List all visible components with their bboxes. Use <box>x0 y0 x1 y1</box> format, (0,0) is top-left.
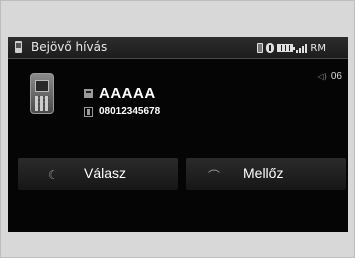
screen-title: Bejövő hívás <box>31 40 108 54</box>
mobile-phone-icon <box>30 73 54 114</box>
phone-status-icon <box>257 43 264 53</box>
header-bar: Bejövő hívás RM <box>8 37 348 59</box>
status-text: RM <box>310 42 326 54</box>
battery-icon <box>277 44 296 52</box>
signal-icon <box>296 43 308 53</box>
answer-button[interactable]: ☾ Válasz <box>18 158 178 190</box>
ignore-button[interactable]: ⌒ Mellőz <box>186 158 346 190</box>
caller-name: AAAAA <box>99 85 156 102</box>
status-area: RM <box>257 41 326 55</box>
volume-value: 06 <box>330 71 342 82</box>
answer-label: Válasz <box>84 165 127 181</box>
frame: Bejövő hívás RM AAAAA 08012345678 ◁) 06 … <box>0 0 355 258</box>
volume-indicator: ◁) 06 <box>318 71 342 82</box>
phone-hangup-icon: ⌒ <box>208 169 221 183</box>
volume-icon: ◁) <box>317 71 327 81</box>
bluetooth-icon <box>266 43 275 53</box>
caller-number: 08012345678 <box>99 106 161 117</box>
mobile-number-icon <box>84 106 93 117</box>
ignore-label: Mellőz <box>243 165 284 181</box>
phone-answer-icon: ☾ <box>48 168 59 182</box>
caller-name-row: AAAAA <box>84 85 156 102</box>
caller-number-row: 08012345678 <box>84 106 160 117</box>
call-screen: Bejövő hívás RM AAAAA 08012345678 ◁) 06 … <box>8 37 348 232</box>
contact-icon <box>84 89 93 98</box>
phone-icon <box>15 41 22 53</box>
